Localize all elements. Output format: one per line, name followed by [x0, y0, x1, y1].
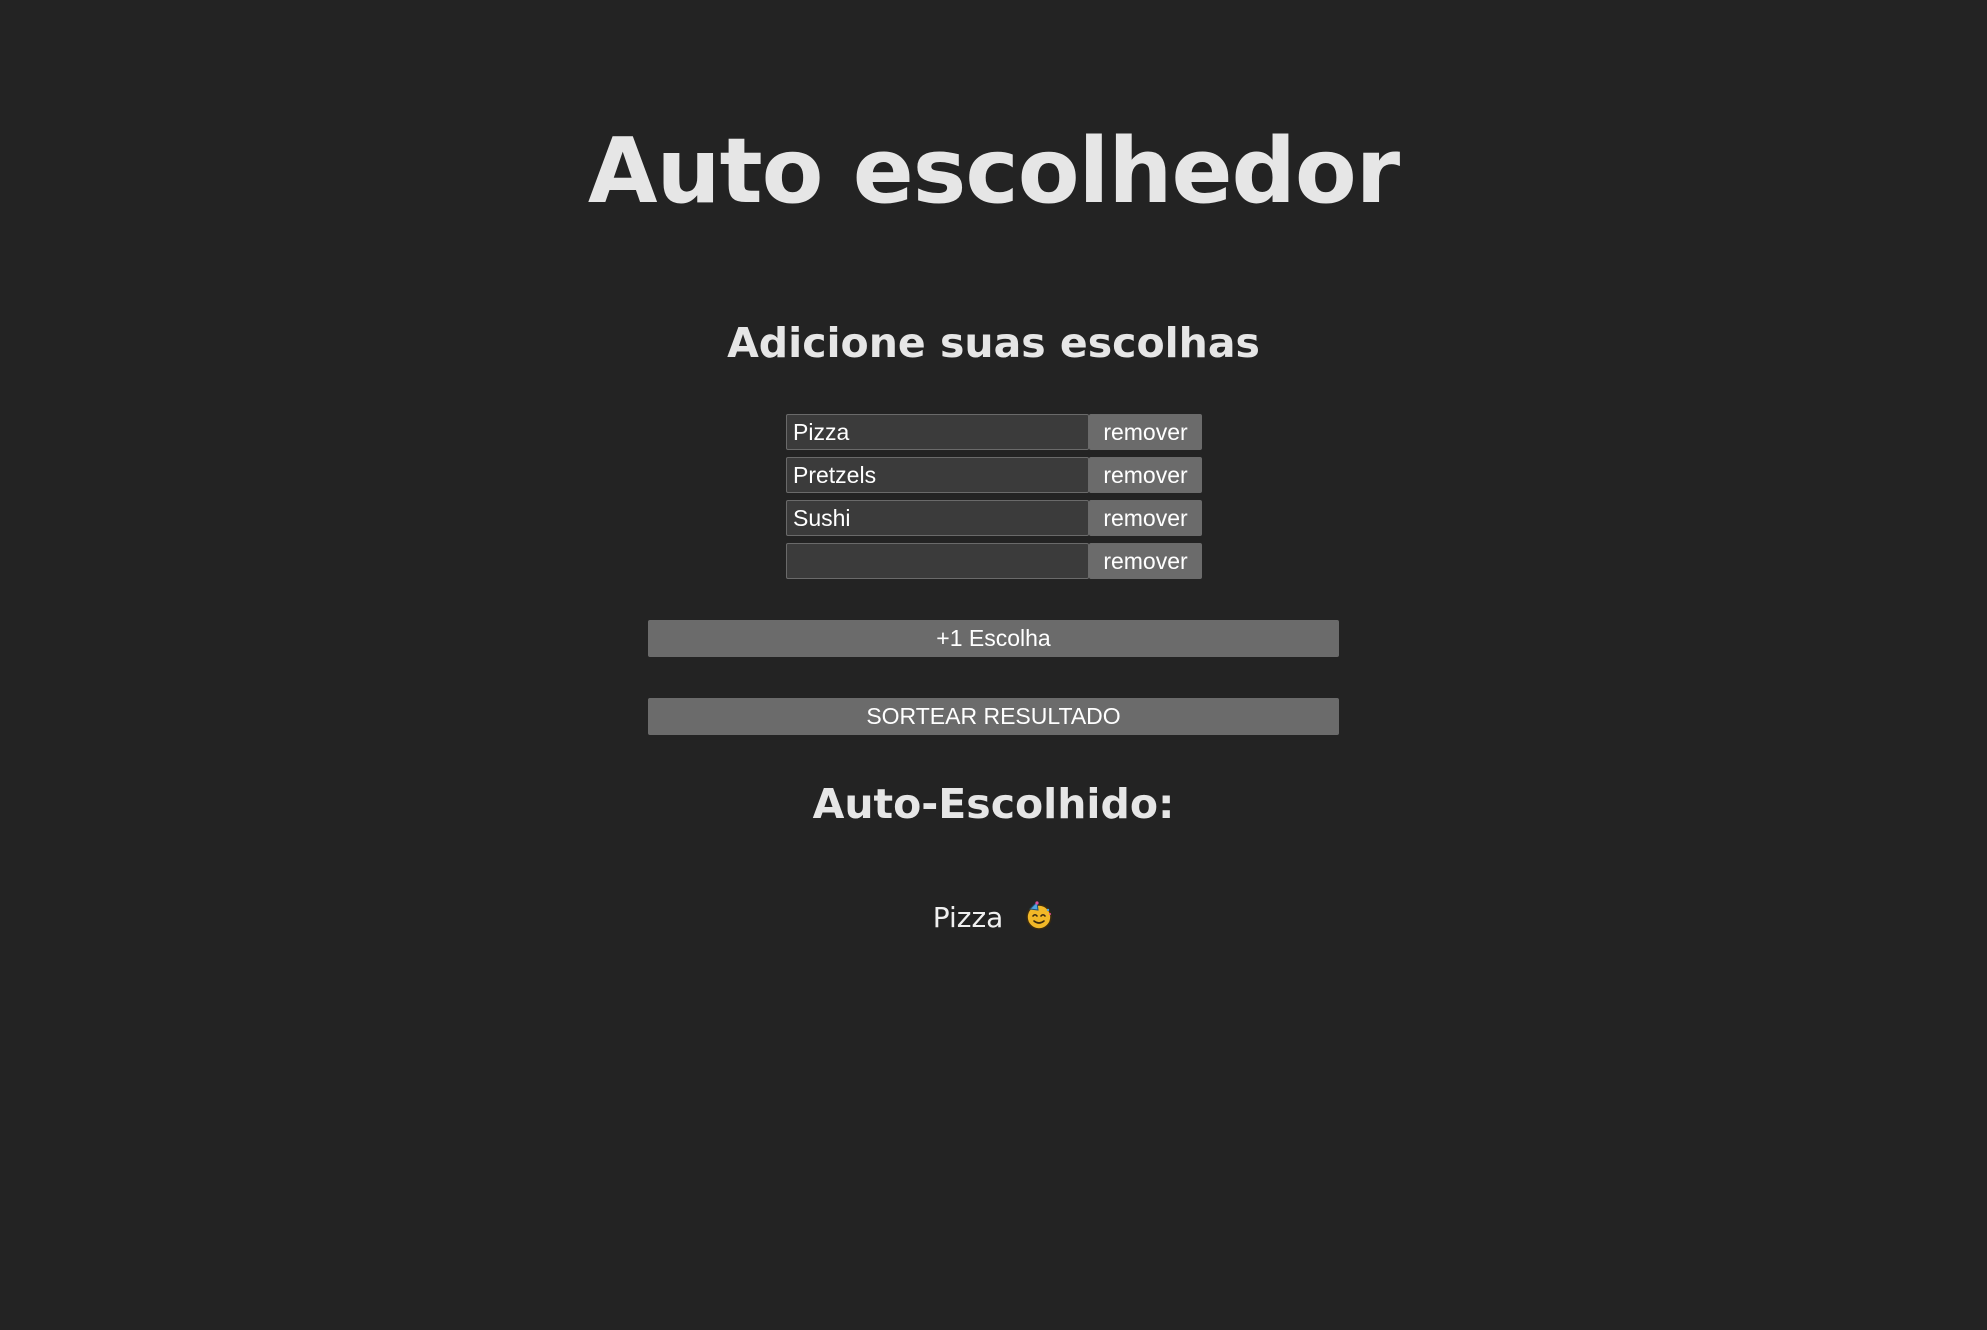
choices-list: remover remover remover remover	[786, 414, 1202, 586]
app-page: Auto escolhedor Adicione suas escolhas r…	[0, 0, 1987, 1330]
result-display: Pizza	[0, 900, 1987, 936]
choice-input-3[interactable]	[786, 500, 1089, 536]
result-heading: Auto-Escolhido:	[812, 780, 1175, 828]
choice-row: remover	[786, 457, 1202, 493]
choice-row: remover	[786, 543, 1202, 579]
page-title: Auto escolhedor	[587, 119, 1400, 224]
choices-heading: Adicione suas escolhas	[727, 319, 1260, 367]
choice-input-4[interactable]	[786, 543, 1089, 579]
add-choice-button[interactable]: +1 Escolha	[648, 620, 1339, 657]
choice-input-2[interactable]	[786, 457, 1089, 493]
remove-choice-1-button[interactable]: remover	[1089, 414, 1202, 450]
party-face-icon	[1026, 901, 1053, 930]
choice-row: remover	[786, 414, 1202, 450]
choice-input-1[interactable]	[786, 414, 1089, 450]
choice-row: remover	[786, 500, 1202, 536]
remove-choice-2-button[interactable]: remover	[1089, 457, 1202, 493]
remove-choice-4-button[interactable]: remover	[1089, 543, 1202, 579]
result-value: Pizza	[932, 901, 1004, 934]
draw-result-button[interactable]: SORTEAR RESULTADO	[648, 698, 1339, 735]
remove-choice-3-button[interactable]: remover	[1089, 500, 1202, 536]
